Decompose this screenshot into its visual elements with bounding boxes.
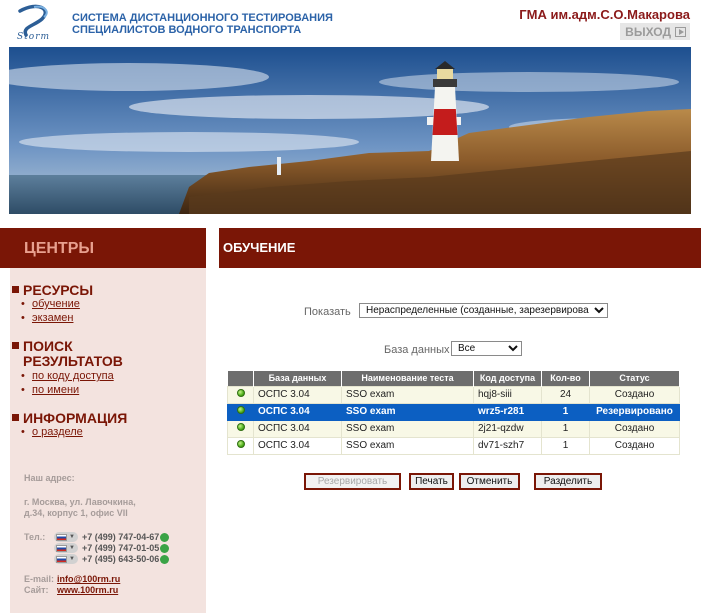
cell-quantity: 1 — [541, 436, 590, 455]
dropdown-arrow-icon: ▼ — [69, 556, 75, 562]
column-header-marker — [227, 371, 254, 386]
call-icon[interactable] — [160, 554, 170, 564]
database-filter-select[interactable]: Все — [451, 341, 522, 356]
column-header-status[interactable]: Статус — [589, 371, 680, 386]
russia-flag-icon — [56, 533, 67, 541]
reserve-button[interactable]: Резервировать — [304, 473, 401, 490]
table-row[interactable]: ОСПС 3.04 SSO exam dv71-szh7 1 Создано — [227, 436, 680, 455]
sidebar: РЕСУРСЫ обучение экзамен ПОИСК РЕЗУЛЬТАТ… — [10, 268, 206, 613]
print-button[interactable]: Печать — [409, 473, 454, 490]
cell-status: Создано — [589, 419, 680, 438]
site-label: Сайт: — [24, 585, 49, 595]
cell-test-name: SSO exam — [341, 385, 474, 404]
database-label: База данных — [384, 344, 450, 356]
main-header: ОБУЧЕНИЕ — [219, 228, 701, 268]
sidebar-title: ЦЕНТРЫ — [24, 240, 95, 257]
russia-flag-icon — [56, 555, 67, 563]
address-label: Наш адрес: — [24, 473, 75, 483]
section-search-title: ПОИСК РЕЗУЛЬТАТОВ — [12, 338, 123, 369]
cell-quantity: 1 — [541, 419, 590, 438]
row-marker — [227, 385, 254, 404]
phone-2: ▼ +7 (499) 747-01-05 — [54, 543, 170, 553]
logo-text: Storm — [17, 32, 51, 42]
column-header-test-name[interactable]: Наименование теста — [341, 371, 474, 386]
address-line2: д.34, корпус 1, офис VII — [24, 508, 128, 518]
sidebar-link-by-name[interactable]: по имени — [21, 384, 79, 396]
row-marker — [227, 419, 254, 438]
logout-button[interactable]: ВЫХОД — [620, 23, 690, 40]
sidebar-header: ЦЕНТРЫ — [0, 228, 206, 268]
cell-database: ОСПС 3.04 — [253, 402, 342, 421]
row-marker — [227, 402, 254, 421]
dropdown-arrow-icon: ▼ — [69, 534, 75, 540]
exit-icon — [675, 27, 686, 37]
table-row[interactable]: ОСПС 3.04 SSO exam hqj8-siii 24 Создано — [227, 385, 680, 404]
address-line1: г. Москва, ул. Лавочкина, — [24, 497, 136, 507]
phone-label: Тел.: — [24, 532, 46, 542]
status-dot-icon — [236, 406, 245, 414]
cell-test-name: SSO exam — [341, 402, 474, 421]
section-resources-title: РЕСУРСЫ — [11, 282, 94, 298]
status-dot-icon — [236, 440, 245, 448]
cell-status: Резервировано — [589, 402, 680, 421]
cell-test-name: SSO exam — [341, 419, 474, 438]
cell-access-code: wrz5-r281 — [473, 402, 542, 421]
column-header-access-code[interactable]: Код доступа — [473, 371, 542, 386]
system-title: СИСТЕМА ДИСТАНЦИОННОГО ТЕСТИРОВАНИЯ СПЕЦ… — [72, 12, 333, 36]
dropdown-arrow-icon: ▼ — [69, 545, 75, 551]
table-header-row: База данных Наименование теста Код досту… — [227, 371, 680, 386]
cell-test-name: SSO exam — [341, 436, 474, 455]
cell-access-code: 2j21-qzdw — [473, 419, 542, 438]
page-title: ОБУЧЕНИЕ — [223, 240, 296, 255]
status-dot-icon — [236, 423, 245, 431]
call-icon[interactable] — [160, 543, 170, 553]
split-button[interactable]: Разделить — [534, 473, 602, 490]
cell-status: Создано — [589, 436, 680, 455]
email-label: E-mail: — [24, 574, 55, 584]
organization-name: ГМА им.адм.С.О.Макарова — [519, 7, 690, 22]
sidebar-link-exam[interactable]: экзамен — [21, 312, 73, 324]
cell-database: ОСПС 3.04 — [253, 419, 342, 438]
russia-flag-icon — [56, 544, 67, 552]
table-row[interactable]: ОСПС 3.04 SSO exam 2j21-qzdw 1 Создано — [227, 419, 680, 438]
row-marker — [227, 436, 254, 455]
column-header-database[interactable]: База данных — [253, 371, 342, 386]
cell-database: ОСПС 3.04 — [253, 385, 342, 404]
lighthouse-banner — [9, 47, 691, 214]
cell-status: Создано — [589, 385, 680, 404]
sidebar-link-by-code[interactable]: по коду доступа — [21, 370, 114, 382]
cell-access-code: dv71-szh7 — [473, 436, 542, 455]
access-codes-table: База данных Наименование теста Код досту… — [227, 371, 680, 455]
cell-quantity: 24 — [541, 385, 590, 404]
sidebar-link-training[interactable]: обучение — [21, 298, 80, 310]
logout-label: ВЫХОД — [625, 25, 671, 39]
site-link[interactable]: www.100rm.ru — [57, 585, 118, 595]
phone-3: ▼ +7 (495) 643-50-06 — [54, 554, 170, 564]
table-row-selected[interactable]: ОСПС 3.04 SSO exam wrz5-r281 1 Резервиро… — [227, 402, 680, 421]
cell-access-code: hqj8-siii — [473, 385, 542, 404]
section-info-title: ИНФОРМАЦИЯ — [11, 410, 128, 426]
sidebar-link-about[interactable]: о разделе — [21, 426, 83, 438]
show-label: Показать — [304, 306, 351, 318]
cancel-button[interactable]: Отменить — [459, 473, 520, 490]
email-link[interactable]: info@100rm.ru — [57, 574, 120, 584]
phone-1: ▼ +7 (499) 747-04-67 — [54, 532, 170, 542]
cell-database: ОСПС 3.04 — [253, 436, 342, 455]
status-dot-icon — [236, 389, 245, 397]
show-filter-select[interactable]: Нераспределенные (созданные, зарезервиро… — [359, 303, 608, 318]
cell-quantity: 1 — [541, 402, 590, 421]
call-icon[interactable] — [160, 532, 170, 542]
column-header-quantity[interactable]: Кол-во — [541, 371, 590, 386]
